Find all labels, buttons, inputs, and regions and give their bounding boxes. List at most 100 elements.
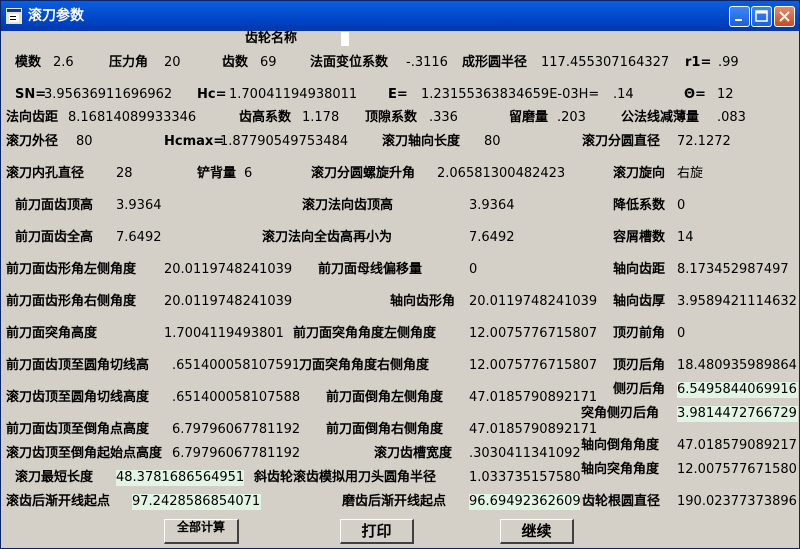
- helical-sim-tip-radius-label: 斜齿轮滚齿模拟用刀头圆角半径: [254, 470, 437, 485]
- rake-chamfer-right-angle-label: 前刀面倒角右侧角度: [326, 422, 444, 437]
- print-button[interactable]: 打印: [340, 519, 414, 544]
- close-icon: [779, 11, 790, 22]
- rake-chamfer-left-angle-value: 47.0185790892171: [469, 390, 598, 405]
- hob-tip-to-fillet-tangent-label: 滚刀齿顶至圆角切线高度: [6, 390, 150, 405]
- rake-right-profile-angle-value: 20.0119748241039: [164, 294, 293, 309]
- hob-gap-width-label: 滚刀齿槽宽度: [374, 446, 453, 461]
- pressure-angle-value: 20: [164, 55, 181, 70]
- grind-allowance-label: 留磨量: [509, 110, 549, 125]
- rake-protuberance-left-angle-label: 前刀面突角角度左侧角度: [293, 326, 437, 341]
- rake-tip-to-fillet-tangent-value: .651400058107591: [172, 358, 298, 373]
- hob-bore-dia-value: 28: [116, 166, 133, 181]
- flute-count-label: 容屑槽数: [613, 230, 666, 245]
- module-value: 2.6: [53, 55, 74, 70]
- title-bar[interactable]: 滚刀参数: [1, 1, 799, 31]
- minimize-icon: [735, 19, 742, 21]
- normal-pitch-value: 8.16814089933346: [68, 110, 197, 125]
- app-icon: [6, 8, 22, 24]
- axial-protuberance-angle-label: 轴向突角角度: [581, 462, 660, 477]
- tip-rake-angle-value: 0: [677, 326, 686, 341]
- protuberance-side-relief-label: 突角侧刃后角: [581, 406, 660, 421]
- calculate-all-button[interactable]: 全部计算: [164, 519, 239, 544]
- rake-protuberance-height-label: 前刀面突角高度: [6, 326, 98, 341]
- axial-chamfer-angle-value: 47.018579089217: [677, 438, 797, 453]
- tip-relief-angle-value: 18.480935989864: [677, 358, 797, 373]
- reduction-coef-value: 0: [677, 198, 686, 213]
- rake-protuberance-right-angle-label: 刀面突角角度右侧角度: [299, 358, 430, 373]
- side-relief-angle-value: 6.5495844069916: [677, 382, 798, 398]
- helical-sim-tip-radius-value: 1.03373515758052: [469, 470, 580, 485]
- rake-generatrix-offset-label: 前刀面母线偏移量: [318, 262, 423, 277]
- hob-tip-to-chamfer-start-label: 滚刀齿顶至倒角起始点高度: [6, 446, 163, 461]
- theta-value: 12: [717, 87, 734, 102]
- rake-tip-to-fillet-tangent-label: 前刀面齿顶至圆角切线高: [6, 358, 150, 373]
- hob-outer-dia-value: 80: [76, 134, 93, 149]
- rake-right-profile-angle-label: 前刀面齿形角右侧角度: [6, 294, 137, 309]
- hcmax-label: Hcmax=: [164, 134, 225, 149]
- rake-generatrix-offset-value: 0: [469, 262, 478, 277]
- relief-amount-value: 6: [244, 166, 253, 181]
- flute-count-value: 14: [677, 230, 694, 245]
- hob-normal-whole-depth-label: 滚刀法向全齿高再小为: [262, 230, 393, 245]
- axial-chamfer-angle-label: 轴向倒角角度: [581, 438, 660, 453]
- e-value: 1.23155363834659E-03H=: [421, 87, 600, 102]
- axial-protuberance-angle-value: 12.007577671580: [677, 462, 797, 477]
- sn-value: 3.95636911696962: [44, 87, 173, 102]
- hob-hand-label: 滚刀旋向: [613, 166, 666, 181]
- relief-amount-label: 铲背量: [197, 166, 237, 181]
- rake-left-profile-angle-label: 前刀面齿形角左侧角度: [6, 262, 137, 277]
- base-tangent-thinning-label: 公法线减薄量: [621, 110, 700, 125]
- post-hob-involute-start-label: 滚齿后渐开线起点: [6, 494, 111, 509]
- hob-hand-value: 右旋: [677, 166, 704, 181]
- rake-chamfer-left-angle-label: 前刀面倒角左侧角度: [326, 390, 444, 405]
- hob-normal-addendum-value: 3.9364: [469, 198, 515, 213]
- hob-pitch-dia-value: 72.1272: [677, 134, 731, 149]
- rake-face-addendum-label: 前刀面齿顶高: [15, 198, 94, 213]
- sn-label: SN=: [15, 87, 47, 102]
- rake-protuberance-right-angle-value: 12.0075776715807: [469, 358, 598, 373]
- grind-allowance-value: .203: [557, 110, 586, 125]
- teeth-count-value: 69: [260, 55, 277, 70]
- continue-button[interactable]: 继续: [500, 519, 574, 544]
- post-grind-involute-start-label: 磨齿后渐开线起点: [342, 494, 447, 509]
- rake-left-profile-angle-value: 20.0119748241039: [164, 262, 293, 277]
- addendum-coef-value: 1.178: [302, 110, 340, 125]
- hob-params-window: 滚刀参数 齿轮名称 模数 2.6 压力角 20 齿数 69 法面变位系数 -.3…: [0, 0, 800, 549]
- hob-tip-to-chamfer-start-value: 6.79796067781192: [172, 446, 301, 461]
- hob-normal-whole-depth-value: 7.6492: [469, 230, 515, 245]
- axial-tooth-thickness-value: 3.9589421114632: [677, 294, 797, 309]
- r1-label: r1=: [685, 55, 712, 70]
- h-value: .14: [613, 87, 634, 102]
- hob-tip-to-fillet-tangent-value: .651400058107588: [172, 390, 301, 405]
- maximize-button[interactable]: [751, 6, 772, 27]
- axial-profile-angle-value: 20.0119748241039: [469, 294, 598, 309]
- hob-lead-angle-value: 2.06581300482423: [437, 166, 566, 181]
- normal-shift-coef-label: 法面变位系数: [310, 55, 389, 70]
- minimize-button[interactable]: [729, 6, 750, 27]
- axial-pitch-label: 轴向齿距: [613, 262, 666, 277]
- axial-profile-angle-label: 轴向齿形角: [390, 294, 456, 309]
- gear-name-label: 齿轮名称: [245, 31, 298, 46]
- rake-tip-to-chamfer-point-value: 6.79796067781192: [172, 422, 301, 437]
- base-tangent-thinning-value: .083: [717, 110, 746, 125]
- normal-shift-coef-value: -.3116: [406, 55, 448, 70]
- gear-name-field[interactable]: [341, 32, 349, 46]
- axial-tooth-thickness-label: 轴向齿厚: [613, 294, 666, 309]
- rake-face-whole-depth-label: 前刀面齿全高: [15, 230, 94, 245]
- theta-label: Θ=: [684, 87, 706, 102]
- hob-axial-length-value: 80: [484, 134, 501, 149]
- forming-radius-value: 117.455307164327: [541, 55, 670, 70]
- post-hob-involute-start-value: 97.2428586854071: [132, 494, 261, 510]
- addendum-coef-label: 齿高系数: [239, 110, 292, 125]
- hob-outer-dia-label: 滚刀外径: [6, 134, 59, 149]
- normal-pitch-label: 法向齿距: [6, 110, 59, 125]
- hc-value: 1.70041194938011: [229, 87, 358, 102]
- window-title: 滚刀参数: [28, 8, 84, 24]
- rake-face-addendum-value: 3.9364: [116, 198, 162, 213]
- module-label: 模数: [15, 55, 42, 70]
- hob-normal-addendum-label: 滚刀法向齿顶高: [302, 198, 394, 213]
- maximize-icon: [755, 10, 768, 22]
- forming-radius-label: 成形圆半径: [462, 55, 528, 70]
- pressure-angle-label: 压力角: [109, 55, 149, 70]
- close-button[interactable]: [774, 6, 795, 27]
